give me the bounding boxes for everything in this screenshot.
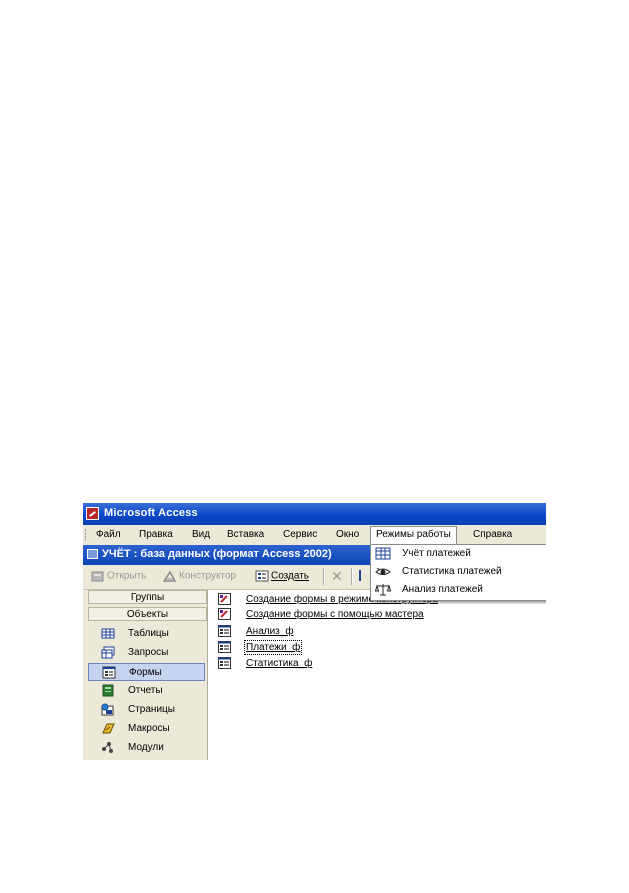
menu-insert[interactable]: Вставка [227,529,264,540]
toolbar-separator-2 [351,568,353,585]
app-title: Microsoft Access [104,507,198,519]
open-button[interactable]: Открыть [91,570,146,582]
design-button[interactable]: Конструктор [163,570,236,582]
sidebar-item-label: Страницы [128,704,175,715]
menu-item-label: Учёт платежей [402,548,471,559]
menu-item-payments-statistics[interactable]: Статистика платежей [371,563,546,580]
form-icon [218,625,231,637]
delete-icon: ✕ [331,568,343,584]
delete-button[interactable]: ✕ [331,568,343,585]
design-wizard-icon [218,593,231,605]
menu-item-payments-analysis[interactable]: Анализ платежей [371,581,546,598]
create-button-label: Создать [271,570,310,582]
toolbar-separator [323,568,325,585]
design-wizard-icon [218,608,231,620]
objects-sidebar: Группы Объекты Таблицы Запросы Формы Отч… [88,590,208,760]
sidebar-item-label: Таблицы [128,628,169,639]
menu-edit[interactable]: Правка [139,529,173,540]
query-icon [101,646,115,659]
sidebar-item-pages[interactable]: Страницы [88,701,205,719]
sidebar-item-macros[interactable]: Макросы [88,720,205,738]
sidebar-item-reports[interactable]: Отчеты [88,682,205,700]
objects-header[interactable]: Объекты [88,607,207,621]
menu-tools[interactable]: Сервис [283,529,317,540]
menu-item-label: Статистика платежей [402,566,502,577]
sidebar-item-label: Формы [129,667,162,678]
large-icons-icon [359,570,367,581]
scales-icon [375,584,391,596]
menu-window[interactable]: Окно [336,529,359,540]
design-icon [163,570,177,582]
menu-grip-handle[interactable] [85,529,89,541]
menu-help[interactable]: Справка [473,529,512,540]
design-button-label: Конструктор [179,570,237,582]
sidebar-item-label: Запросы [128,647,169,658]
sidebar-item-forms[interactable]: Формы [88,663,205,681]
app-title-bar[interactable]: Microsoft Access [83,503,546,525]
sidebar-item-tables[interactable]: Таблицы [88,625,205,643]
module-icon [102,742,113,753]
access-window: Microsoft Access Файл Правка Вид Вставка… [83,503,546,760]
eye-icon [375,567,391,575]
report-icon [102,684,114,697]
database-window-icon [87,549,98,559]
list-item-label: Анализ_ф [246,626,294,637]
forms-object-list: Создание формы в режиме конструктора Соз… [208,590,546,760]
menu-bar: Файл Правка Вид Вставка Сервис Окно Режи… [83,525,546,546]
access-logo-icon [86,507,99,520]
list-item-label: Платежи_ф [243,640,303,655]
menu-work-modes[interactable]: Режимы работы [370,526,457,545]
form-icon [102,666,116,679]
page-icon [101,703,114,716]
menu-item-payments-accounting[interactable]: Учёт платежей [371,545,546,562]
form-icon [218,641,231,653]
macro-icon [102,723,115,734]
work-modes-dropdown: Учёт платежей Статистика платежей Анализ… [370,544,546,601]
sidebar-item-queries[interactable]: Запросы [88,644,205,662]
view-large-icons-button[interactable] [359,570,367,584]
sidebar-item-label: Макросы [128,723,170,734]
form-icon [218,657,231,669]
database-window-title: УЧЁТ : база данных (формат Access 2002) [102,548,332,560]
menu-item-label: Анализ платежей [402,584,483,595]
sidebar-item-modules[interactable]: Модули [88,739,205,757]
open-icon [91,571,104,582]
list-item-label: Создание формы с помощью мастера [246,609,424,620]
open-button-label: Открыть [107,570,147,582]
list-item-label: Статистика_ф [246,658,313,669]
sidebar-item-label: Модули [128,742,164,753]
create-icon [255,570,269,582]
table-icon [101,628,115,639]
menu-file[interactable]: Файл [96,529,121,540]
table-grid-icon [375,547,391,560]
sidebar-item-label: Отчеты [128,685,163,696]
create-button[interactable]: Создать [255,570,309,582]
menu-view[interactable]: Вид [192,529,210,540]
groups-header[interactable]: Группы [88,590,207,604]
